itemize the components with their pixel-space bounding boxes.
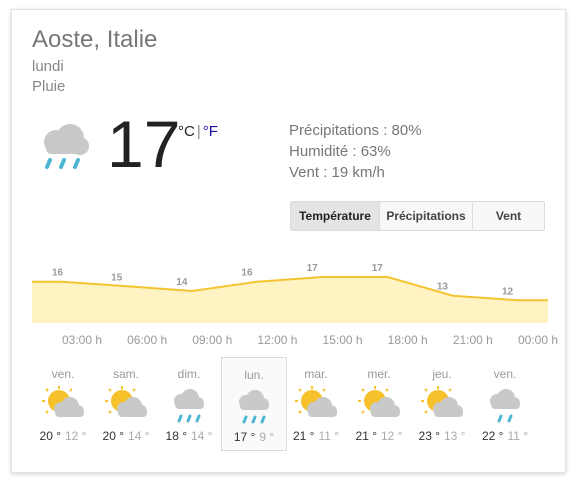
forecast-temps: 21 ° 11 ° (284, 429, 348, 443)
forecast-high: 20 ° (39, 429, 61, 443)
forecast-day[interactable]: sam. 20 ° 14 ° (94, 357, 158, 449)
forecast-high: 20 ° (102, 429, 124, 443)
light-rain-cloud-icon (490, 389, 520, 423)
forecast-day-name: jeu. (432, 367, 452, 381)
forecast-day[interactable]: ven. 20 ° 12 ° (31, 357, 95, 449)
chart-tabs: Température Précipitations Vent (290, 201, 545, 231)
forecast-high: 18 ° (165, 429, 187, 443)
forecast-high: 22 ° (481, 429, 504, 443)
forecast-high: 21 ° (355, 429, 377, 443)
forecast-temps: 20 ° 14 ° (94, 429, 158, 443)
hour-label: 12:00 h (257, 333, 298, 347)
hour-label: 06:00 h (127, 333, 168, 347)
weather-details: Précipitations : 80% Humidité : 63% Vent… (289, 120, 422, 183)
forecast-high: 21 ° (292, 429, 315, 443)
humidity-text: Humidité : 63% (289, 143, 391, 160)
sun-cloud-icon (421, 386, 463, 417)
hour-label: 18:00 h (387, 333, 428, 347)
sun-cloud-icon (295, 386, 337, 417)
hour-label: 03:00 h (61, 333, 103, 347)
rain-cloud-icon (44, 124, 89, 169)
precipitation-text: Précipitations : 80% (289, 122, 422, 139)
chart-data-label: 17 (372, 263, 384, 274)
weather-card: Aoste, Italie lundi Pluie 17 °C | °F Préci… (11, 9, 566, 473)
forecast-low: 13 ° (444, 429, 466, 443)
forecast-day-name: ven. (493, 367, 517, 381)
forecast-low: 9 ° (259, 430, 275, 444)
forecast-high: 23 ° (418, 429, 440, 443)
forecast-low: 14 ° (128, 429, 150, 443)
sun-cloud-icon (358, 386, 400, 417)
forecast-low: 12 ° (381, 429, 403, 443)
hour-label: 09:00 h (192, 333, 233, 347)
chart-data-label: 15 (111, 272, 123, 283)
forecast-day[interactable]: ven. 22 ° 11 ° (473, 357, 537, 449)
forecast-day-name: dim. (177, 367, 201, 381)
chart-data-label: 16 (52, 268, 64, 279)
location-title: Aoste, Italie (32, 26, 158, 53)
hour-label: 00:00 h (517, 333, 559, 347)
hour-label: 15:00 h (322, 333, 363, 347)
tab-precipitations[interactable]: Précipitations (380, 202, 473, 230)
chart-data-label: 12 (502, 286, 514, 297)
forecast-high: 17 ° (233, 430, 256, 444)
rain-cloud-icon (174, 389, 204, 423)
forecast-temps: 18 ° 14 ° (157, 429, 221, 443)
forecast-day[interactable]: lun. 17 ° 9 ° (221, 357, 287, 451)
forecast-low: 12 ° (65, 429, 87, 443)
forecast-day[interactable]: jeu. 23 ° 13 ° (410, 357, 474, 449)
current-day: lundi (32, 58, 64, 75)
forecast-low: 14 ° (191, 429, 213, 443)
forecast-day[interactable]: mer. 21 ° 12 ° (347, 357, 411, 449)
forecast-low: 11 ° (507, 429, 529, 443)
chart-data-label: 16 (241, 268, 253, 279)
forecast-temps: 21 ° 12 ° (347, 429, 411, 443)
chart-data-label: 14 (176, 277, 188, 288)
forecast-day-name: mer. (367, 367, 391, 381)
unit-separator: | (196, 123, 201, 140)
forecast-day-name: lun. (244, 368, 264, 382)
chart-data-label: 13 (437, 282, 449, 293)
hour-axis: 03:00 h 06:00 h 09:00 h 12:00 h 15:00 h 18:00… (32, 333, 562, 351)
sun-cloud-icon (105, 386, 147, 417)
forecast-low: 11 ° (318, 429, 340, 443)
chart-data-label: 17 (307, 263, 319, 274)
current-condition: Pluie (32, 78, 66, 95)
forecast-temps: 23 ° 13 ° (410, 429, 474, 443)
forecast-day[interactable]: mar. 21 ° 11 ° (284, 357, 348, 449)
unit-switch: °C | °F (178, 123, 218, 140)
sun-cloud-icon (42, 386, 84, 417)
tab-temperature[interactable]: Température (291, 202, 380, 230)
forecast-day[interactable]: dim. 18 ° 14 ° (157, 357, 221, 449)
forecast-temps: 20 ° 12 ° (31, 429, 95, 443)
forecast-day-name: sam. (112, 367, 139, 381)
tab-wind[interactable]: Vent (473, 202, 544, 230)
temperature-chart: 16 15 14 16 17 17 13 12 (32, 263, 548, 323)
forecast-temps: 22 ° 11 ° (473, 429, 537, 443)
forecast-day-name: ven. (51, 367, 75, 381)
current-temperature: 17 (107, 107, 181, 181)
unit-fahrenheit-link[interactable]: °F (203, 123, 218, 140)
wind-text: Vent : 19 km/h (289, 164, 385, 181)
rain-cloud-icon (239, 390, 269, 424)
forecast-temps: 17 ° 9 ° (222, 430, 286, 444)
chart-area (32, 277, 548, 323)
hour-label: 21:00 h (452, 333, 493, 347)
unit-celsius[interactable]: °C (178, 123, 195, 140)
forecast-day-name: mar. (304, 367, 328, 381)
